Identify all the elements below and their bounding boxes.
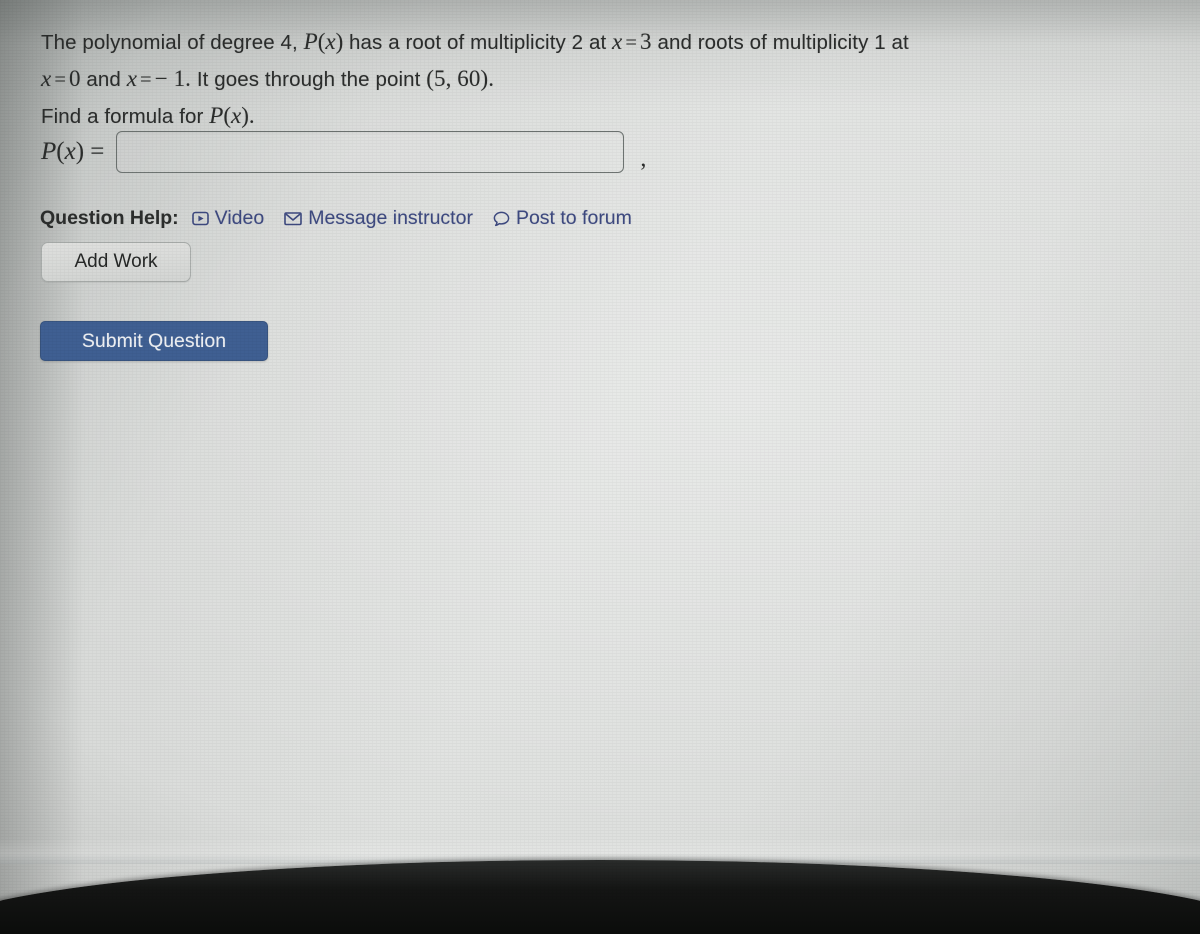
answer-row: P(x) = , xyxy=(41,131,646,173)
add-work-button[interactable]: Add Work xyxy=(41,242,191,282)
period: . xyxy=(248,103,255,128)
equals-sign-3: = xyxy=(140,69,152,91)
equals-sign-2: = xyxy=(54,69,66,91)
variable-x-2: x xyxy=(41,66,52,91)
value-three: 3 xyxy=(640,29,652,54)
question-help-link-video[interactable]: Video xyxy=(191,207,265,230)
question-help-label: Question Help: xyxy=(40,207,179,229)
point-coordinates: (5, 60). xyxy=(426,66,495,91)
question-help-link-message-instructor[interactable]: Message instructor xyxy=(284,207,473,230)
speech-bubble-icon xyxy=(493,211,510,227)
answer-input[interactable] xyxy=(116,131,625,173)
trailing-comma: , xyxy=(640,145,647,172)
problem-text-part-4: It goes through the point xyxy=(196,68,421,91)
problem-text-part-5: Find a formula for xyxy=(41,105,204,128)
submit-question-button[interactable]: Submit Question xyxy=(40,321,268,361)
question-help-link-label-message-instructor: Message instructor xyxy=(308,207,473,229)
question-help-link-label-post-to-forum: Post to forum xyxy=(515,207,632,229)
minus-sign: − xyxy=(154,66,168,91)
conjunction-and: and xyxy=(86,68,121,91)
problem-text-part-3: and roots of multiplicity 1 at xyxy=(657,31,909,54)
value-zero: 0 xyxy=(68,66,81,91)
polynomial-notation-2: P(x) xyxy=(209,103,249,128)
variable-x-1: x xyxy=(612,29,623,54)
assignment-question-panel: The polynomial of degree 4, P(x) has a r… xyxy=(0,0,1200,900)
question-help-link-label-video: Video xyxy=(214,207,265,229)
envelope-icon xyxy=(284,211,303,226)
problem-statement-line-1: The polynomial of degree 4, P(x) has a r… xyxy=(41,24,1181,61)
value-one: 1. xyxy=(173,66,192,91)
problem-statement-line-3: Find a formula for P(x). xyxy=(41,98,1181,134)
problem-text-part-1: The polynomial of degree 4, xyxy=(41,31,298,54)
problem-text-part-2: has a root of multiplicity 2 at xyxy=(349,31,607,54)
question-help-link-post-to-forum[interactable]: Post to forum xyxy=(493,207,632,230)
answer-label: P(x) = xyxy=(41,138,105,165)
polynomial-notation-1: P(x) xyxy=(303,29,344,54)
equals-sign-1: = xyxy=(625,32,638,54)
problem-statement: The polynomial of degree 4, P(x) has a r… xyxy=(41,24,1181,134)
question-help-row: Question Help: Video Message instructor xyxy=(40,207,652,230)
problem-statement-line-2: x = 0 and x = − 1. It goes through the point… xyxy=(41,61,1181,98)
video-icon xyxy=(191,211,209,226)
variable-x-3: x xyxy=(126,66,138,91)
